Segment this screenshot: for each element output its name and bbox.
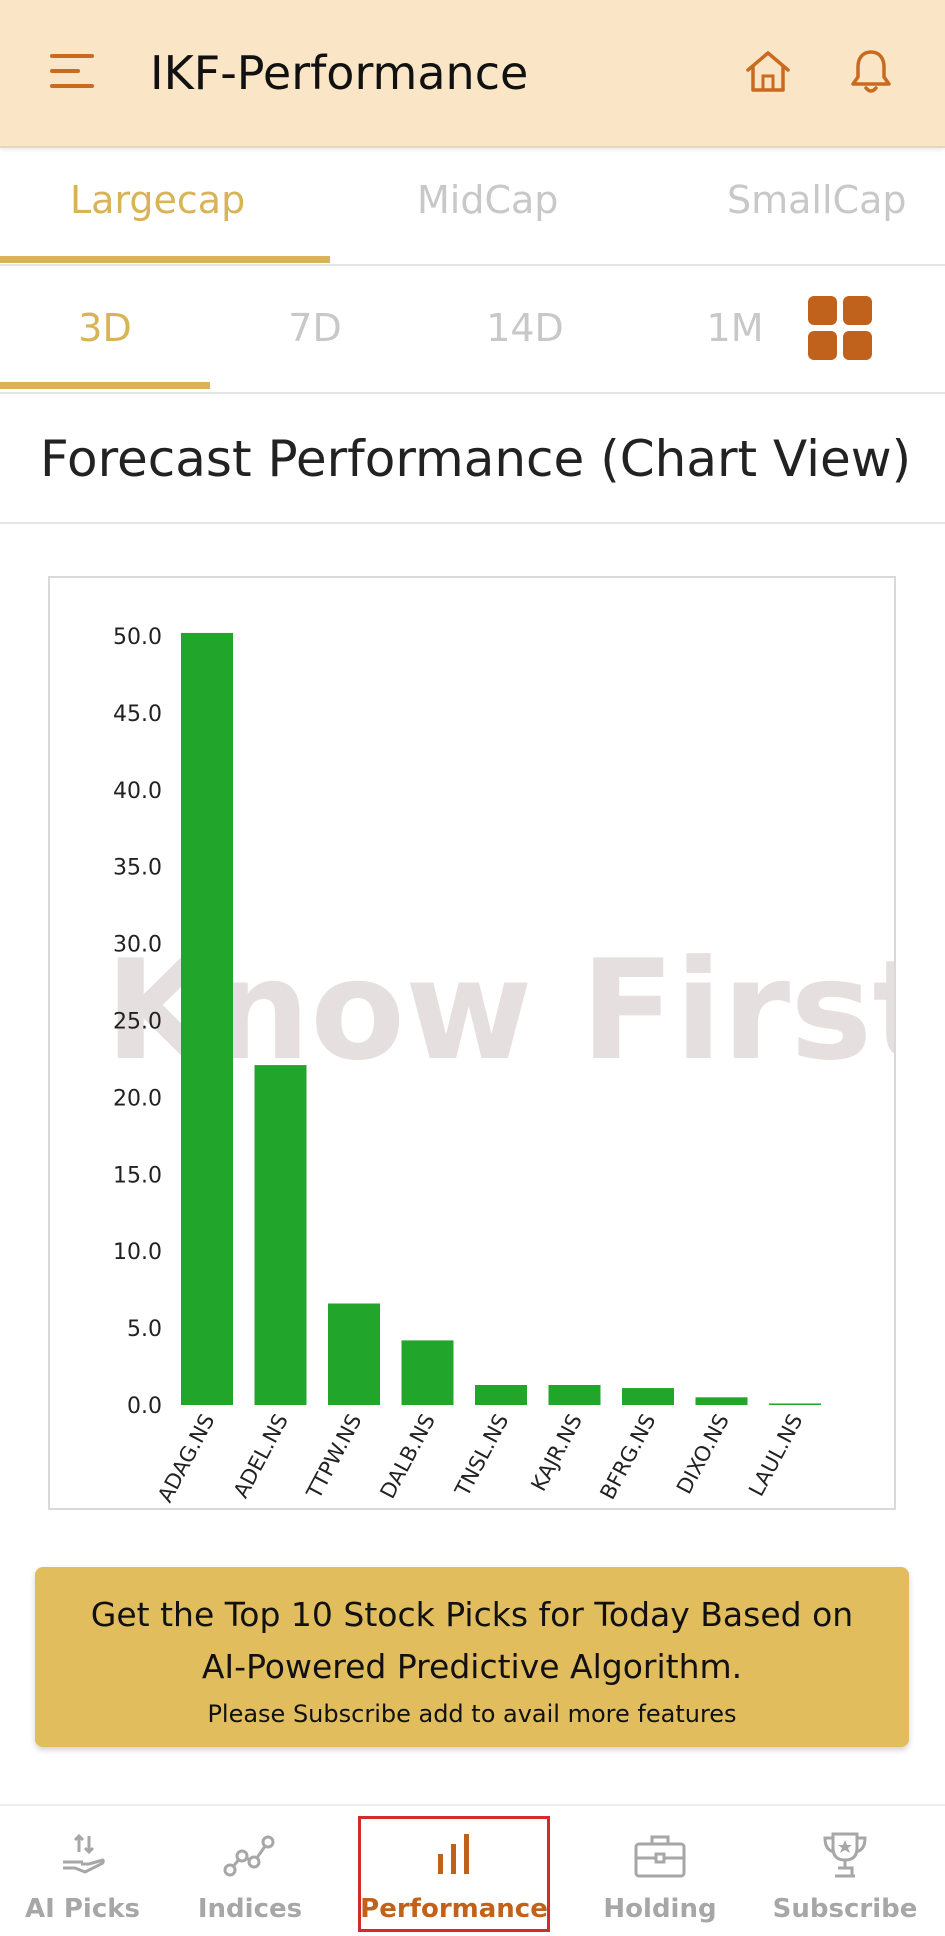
ai-picks-icon [62,1833,105,1874]
tab-largecap[interactable]: Largecap [70,174,245,226]
x-tick-label: ADEL.NS [229,1410,293,1502]
x-tick-label: TTPW.NS [302,1410,367,1503]
y-tick-label: 10.0 [113,1240,162,1265]
bar-adag-ns[interactable] [181,632,233,1405]
nav-ai-picks[interactable]: AI Picks [10,1806,155,1936]
tab-14d[interactable]: 14D [440,302,610,354]
x-tick-label: ADAG.NS [153,1410,219,1506]
bar-dalb-ns[interactable] [401,1340,454,1405]
nav-subscribe[interactable]: Subscribe [770,1806,920,1936]
tab-1m[interactable]: 1M [650,302,820,354]
bar-ttpw-ns[interactable] [328,1303,380,1405]
trophy-icon [823,1832,867,1878]
y-tick-label: 5.0 [127,1317,162,1342]
y-tick-label: 35.0 [113,856,162,881]
nav-label-ai-picks: AI Picks [25,1894,140,1924]
y-tick-label: 15.0 [113,1163,162,1188]
nav-label-indices: Indices [197,1894,303,1924]
y-tick-label: 30.0 [113,933,162,958]
tab-3d[interactable]: 3D [20,302,190,354]
page-title: IKF-Performance [150,46,529,100]
y-tick-label: 40.0 [113,779,162,804]
section-header: Forecast Performance (Chart View) [0,394,945,524]
top-app-bar: IKF-Performance [0,0,945,148]
nav-label-subscribe: Subscribe [772,1894,918,1924]
active-nav-highlight [358,1816,550,1932]
y-tick-label: 45.0 [113,702,162,727]
forecast-bar-chart: I Know First 0.0 5.0 10.0 15.0 20.0 25.0 30.0 35… [48,576,896,1510]
y-tick-label: 0.0 [127,1394,162,1419]
x-tick-label: TNSL.NS [450,1410,514,1501]
tab-7d[interactable]: 7D [230,302,400,354]
active-tab-indicator [0,256,330,263]
x-tick-label: LAUL.NS [744,1410,807,1500]
banner-subtext: Please Subscribe add to avail more featu… [207,1700,737,1728]
y-tick-label: 25.0 [113,1010,162,1035]
bar-kajr-ns[interactable] [548,1385,601,1405]
bar-bfrg-ns[interactable] [622,1388,674,1405]
x-tick-label: DALB.NS [376,1410,440,1502]
x-tick-label: KAJR.NS [527,1410,587,1495]
home-icon[interactable] [742,46,794,98]
period-tabs: 3D 7D 14D 1M [0,266,945,394]
active-period-indicator [0,382,210,389]
watermark-text: I Know First [50,930,894,1091]
indices-icon [223,1835,275,1877]
nav-indices[interactable]: Indices [175,1806,325,1936]
bar-dixo-ns[interactable] [695,1397,748,1405]
chart-canvas: I Know First 0.0 5.0 10.0 15.0 20.0 25.0 30.0 35… [50,625,894,1506]
briefcase-icon [634,1835,686,1878]
nav-holding[interactable]: Holding [585,1806,735,1936]
x-tick-label: BFRG.NS [596,1410,661,1503]
tab-midcap[interactable]: MidCap [417,174,558,226]
cap-tabs: Largecap MidCap SmallCap [0,148,945,266]
subscribe-banner[interactable]: Get the Top 10 Stock Picks for Today Bas… [35,1567,909,1747]
nav-label-holding: Holding [603,1894,717,1924]
tab-smallcap[interactable]: SmallCap [727,174,906,226]
bar-adel-ns[interactable] [254,1065,307,1405]
bar-tnsl-ns[interactable] [475,1385,527,1405]
y-tick-label: 50.0 [113,625,162,650]
bottom-navigation: AI Picks Indices Performance Holding Sub… [0,1804,945,1936]
x-tick-label: DIXO.NS [672,1410,734,1498]
section-title: Forecast Performance (Chart View) [40,430,912,488]
bar-laul-ns[interactable] [769,1403,821,1405]
y-tick-label: 20.0 [113,1086,162,1111]
grid-view-icon[interactable] [808,296,872,360]
hamburger-menu-icon[interactable] [50,54,96,88]
bell-icon[interactable] [845,46,897,98]
banner-headline: Get the Top 10 Stock Picks for Today Bas… [90,1595,854,1686]
